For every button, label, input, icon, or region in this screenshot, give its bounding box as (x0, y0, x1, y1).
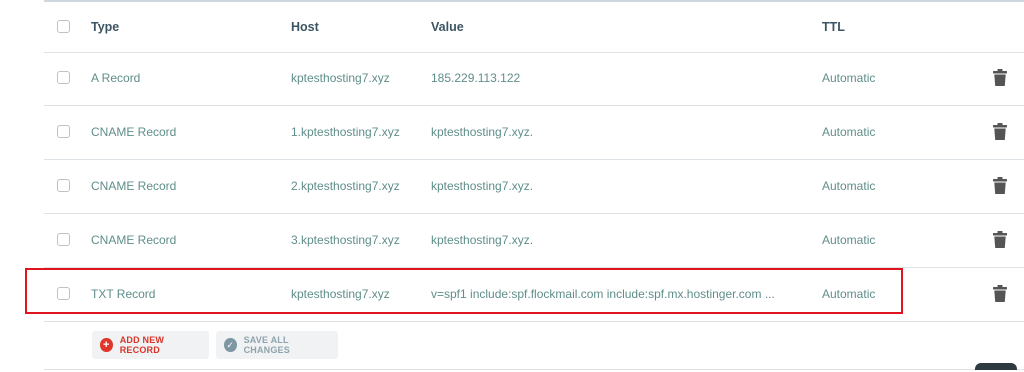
row-checkbox[interactable] (57, 179, 70, 192)
record-type: TXT Record (91, 287, 156, 301)
record-ttl: Automatic (822, 71, 876, 85)
table-header: Type Host Value TTL (44, 2, 1024, 53)
header-host: Host (291, 20, 319, 34)
record-value: v=spf1 include:spf.flockmail.com include… (431, 287, 775, 301)
record-ttl: Automatic (822, 287, 876, 301)
row-checkbox[interactable] (57, 233, 70, 246)
record-host: 1.kptesthosting7.xyz (291, 125, 400, 139)
check-circle-icon: ✓ (224, 338, 237, 352)
trash-icon[interactable] (993, 231, 1007, 248)
row-checkbox[interactable] (57, 125, 70, 138)
trash-icon[interactable] (993, 285, 1007, 302)
dns-records-table: Type Host Value TTL A Record kptesthosti… (44, 0, 1024, 372)
table-row: CNAME Record 3.kptesthosting7.xyz kptest… (44, 214, 1024, 268)
record-value: kptesthosting7.xyz. (431, 179, 534, 193)
add-new-record-label: ADD NEW RECORD (119, 335, 165, 355)
record-type: CNAME Record (91, 233, 177, 247)
save-all-changes-label: SAVE ALL CHANGES (243, 335, 290, 355)
trash-icon[interactable] (993, 123, 1007, 140)
table-row: A Record kptesthosting7.xyz 185.229.113.… (44, 52, 1024, 106)
table-row: CNAME Record 1.kptesthosting7.xyz kptest… (44, 106, 1024, 160)
plus-circle-icon: + (100, 338, 113, 352)
save-all-changes-button[interactable]: ✓ SAVE ALL CHANGES (216, 331, 338, 359)
record-type: A Record (91, 71, 141, 85)
record-ttl: Automatic (822, 233, 876, 247)
header-type: Type (91, 20, 120, 34)
record-value: kptesthosting7.xyz. (431, 233, 534, 247)
header-value: Value (431, 20, 464, 34)
record-type: CNAME Record (91, 125, 177, 139)
select-all-checkbox[interactable] (57, 20, 70, 33)
trash-icon[interactable] (993, 177, 1007, 194)
record-host: 3.kptesthosting7.xyz (291, 233, 400, 247)
record-type: CNAME Record (91, 179, 177, 193)
record-value: 185.229.113.122 (431, 71, 521, 85)
record-ttl: Automatic (822, 179, 876, 193)
table-row: CNAME Record 2.kptesthosting7.xyz kptest… (44, 160, 1024, 214)
record-host: kptesthosting7.xyz (291, 71, 390, 85)
header-ttl: TTL (822, 20, 845, 34)
scroll-tab[interactable] (975, 363, 1017, 370)
row-checkbox[interactable] (57, 287, 70, 300)
record-host: 2.kptesthosting7.xyz (291, 179, 400, 193)
trash-icon[interactable] (993, 69, 1007, 86)
add-new-record-button[interactable]: + ADD NEW RECORD (92, 331, 209, 359)
row-checkbox[interactable] (57, 71, 70, 84)
record-ttl: Automatic (822, 125, 876, 139)
table-row: TXT Record kptesthosting7.xyz v=spf1 inc… (44, 268, 1024, 322)
record-host: kptesthosting7.xyz (291, 287, 390, 301)
record-value: kptesthosting7.xyz. (431, 125, 534, 139)
